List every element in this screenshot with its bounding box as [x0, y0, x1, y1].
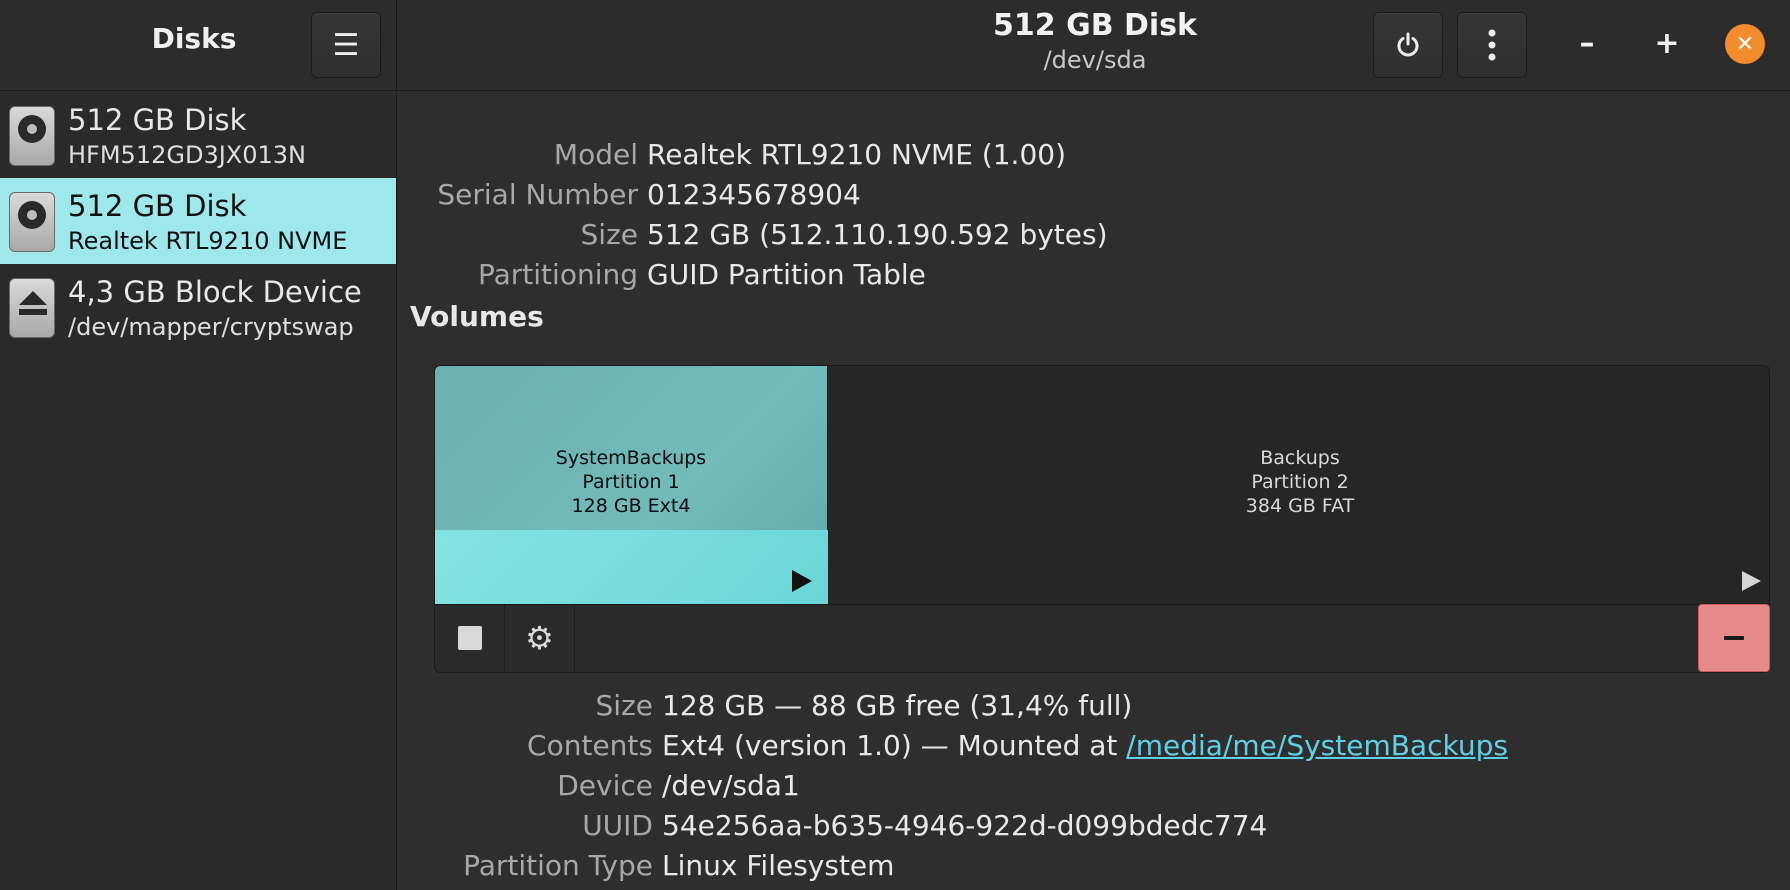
- device-label: Device: [557, 769, 653, 802]
- partitioning-row: Partitioning GUID Partition Table: [398, 255, 1790, 295]
- partition-2-label: Backups Partition 2 384 GB FAT: [829, 446, 1769, 518]
- partition-number: Partition 2: [1251, 471, 1349, 493]
- minimize-icon: –: [1579, 25, 1595, 61]
- hamburger-menu-icon: ☰: [332, 27, 360, 63]
- main-menu-button[interactable]: ☰: [311, 12, 381, 78]
- delete-partition-button[interactable]: [1698, 604, 1770, 672]
- device-name: 512 GB Disk: [68, 189, 247, 223]
- partition-settings-button[interactable]: ⚙: [505, 605, 575, 671]
- device-row: Device /dev/sda1: [398, 766, 1790, 806]
- device-name: 512 GB Disk: [68, 103, 247, 137]
- mount-point-link[interactable]: /media/me/SystemBackups: [1126, 729, 1508, 762]
- sidebar-device-item[interactable]: 4,3 GB Block Device /dev/mapper/cryptswa…: [0, 264, 396, 350]
- power-icon: [1397, 32, 1419, 57]
- partition-size-label: Size: [595, 689, 653, 722]
- model-label: Model: [553, 138, 638, 171]
- size-label: Size: [580, 218, 638, 251]
- partition-type-value: Linux Filesystem: [662, 849, 895, 882]
- gears-icon: ⚙: [525, 619, 554, 657]
- volume-map: SystemBackups Partition 1 128 GB Ext4 Ba…: [434, 365, 1770, 605]
- eject-icon: [9, 278, 55, 338]
- partition-type-row: Partition Type Linux Filesystem: [398, 846, 1790, 886]
- contents-value: Ext4 (version 1.0) — Mounted at /media/m…: [662, 726, 1508, 766]
- device-model: Realtek RTL9210 NVME: [68, 227, 348, 255]
- partition-name: Backups: [1260, 447, 1340, 469]
- uuid-row: UUID 54e256aa-b635-4946-922d-d099bdedc77…: [398, 806, 1790, 846]
- harddisk-icon: [9, 192, 55, 252]
- contents-label: Contents: [527, 729, 653, 762]
- device-value: /dev/sda1: [662, 769, 800, 802]
- unmount-button[interactable]: [435, 605, 505, 671]
- model-value: Realtek RTL9210 NVME (1.00): [647, 138, 1067, 171]
- partition-name: SystemBackups: [555, 447, 707, 469]
- size-value: 512 GB (512.110.190.592 bytes): [647, 218, 1108, 251]
- uuid-value: 54e256aa-b635-4946-922d-d099bdedc774: [662, 809, 1268, 842]
- partitioning-value: GUID Partition Table: [647, 258, 926, 291]
- device-path: /dev/mapper/cryptswap: [68, 313, 354, 341]
- partition-type-label: Partition Type: [463, 849, 653, 882]
- header-bar: Disks ☰ 512 GB Disk /dev/sda – + ✕: [0, 0, 1790, 91]
- serial-value: 012345678904: [647, 178, 861, 211]
- size-row: Size 512 GB (512.110.190.592 bytes): [398, 215, 1790, 255]
- disk-details-pane: Model Realtek RTL9210 NVME (1.00) Serial…: [398, 92, 1790, 890]
- partition-2-block[interactable]: Backups Partition 2 384 GB FAT: [829, 366, 1769, 604]
- harddisk-icon: [9, 106, 55, 166]
- close-button[interactable]: ✕: [1725, 24, 1765, 64]
- stop-square-icon: [457, 626, 482, 650]
- partition-desc: 384 GB FAT: [1245, 495, 1355, 517]
- window-title: 512 GB Disk: [993, 8, 1197, 43]
- sidebar-device-item-selected[interactable]: 512 GB Disk Realtek RTL9210 NVME: [0, 178, 396, 264]
- contents-row: Contents Ext4 (version 1.0) — Mounted at…: [398, 726, 1790, 766]
- uuid-label: UUID: [582, 809, 653, 842]
- volume-toolbar: ⚙: [434, 604, 1770, 673]
- model-row: Model Realtek RTL9210 NVME (1.00): [398, 135, 1790, 175]
- window-subtitle: /dev/sda: [1043, 46, 1147, 74]
- partition-desc: 128 GB Ext4: [571, 495, 691, 517]
- minimize-button[interactable]: –: [1564, 20, 1610, 66]
- serial-label: Serial Number: [437, 178, 638, 211]
- maximize-button[interactable]: +: [1644, 20, 1690, 66]
- device-model: HFM512GD3JX013N: [68, 141, 306, 169]
- partition-size-value: 128 GB — 88 GB free (31,4% full): [662, 689, 1133, 722]
- contents-text: Ext4 (version 1.0) — Mounted at: [662, 729, 1127, 762]
- vertical-dots-icon: [1488, 29, 1496, 61]
- mounted-play-icon: [792, 570, 812, 592]
- minus-icon: [1724, 636, 1744, 640]
- power-off-button[interactable]: [1373, 12, 1443, 78]
- window-title-block: 512 GB Disk /dev/sda: [920, 8, 1270, 76]
- sidebar-device-item[interactable]: 512 GB Disk HFM512GD3JX013N: [0, 92, 396, 178]
- volumes-heading: Volumes: [410, 300, 544, 333]
- maximize-icon: +: [1654, 25, 1680, 61]
- drive-options-button[interactable]: [1457, 12, 1527, 78]
- device-sidebar: 512 GB Disk HFM512GD3JX013N 512 GB Disk …: [0, 92, 397, 890]
- close-icon: ✕: [1735, 31, 1755, 57]
- partition-usage-fill: [435, 530, 828, 604]
- device-name: 4,3 GB Block Device: [68, 275, 362, 309]
- partition-size-row: Size 128 GB — 88 GB free (31,4% full): [398, 686, 1790, 726]
- partition-1-label: SystemBackups Partition 1 128 GB Ext4: [435, 446, 827, 518]
- play-icon: [1742, 571, 1761, 591]
- sidebar-header: Disks ☰: [0, 0, 397, 91]
- partitioning-label: Partitioning: [478, 258, 638, 291]
- partition-number: Partition 1: [582, 471, 680, 493]
- partition-1-block[interactable]: SystemBackups Partition 1 128 GB Ext4: [435, 366, 828, 604]
- serial-row: Serial Number 012345678904: [398, 175, 1790, 215]
